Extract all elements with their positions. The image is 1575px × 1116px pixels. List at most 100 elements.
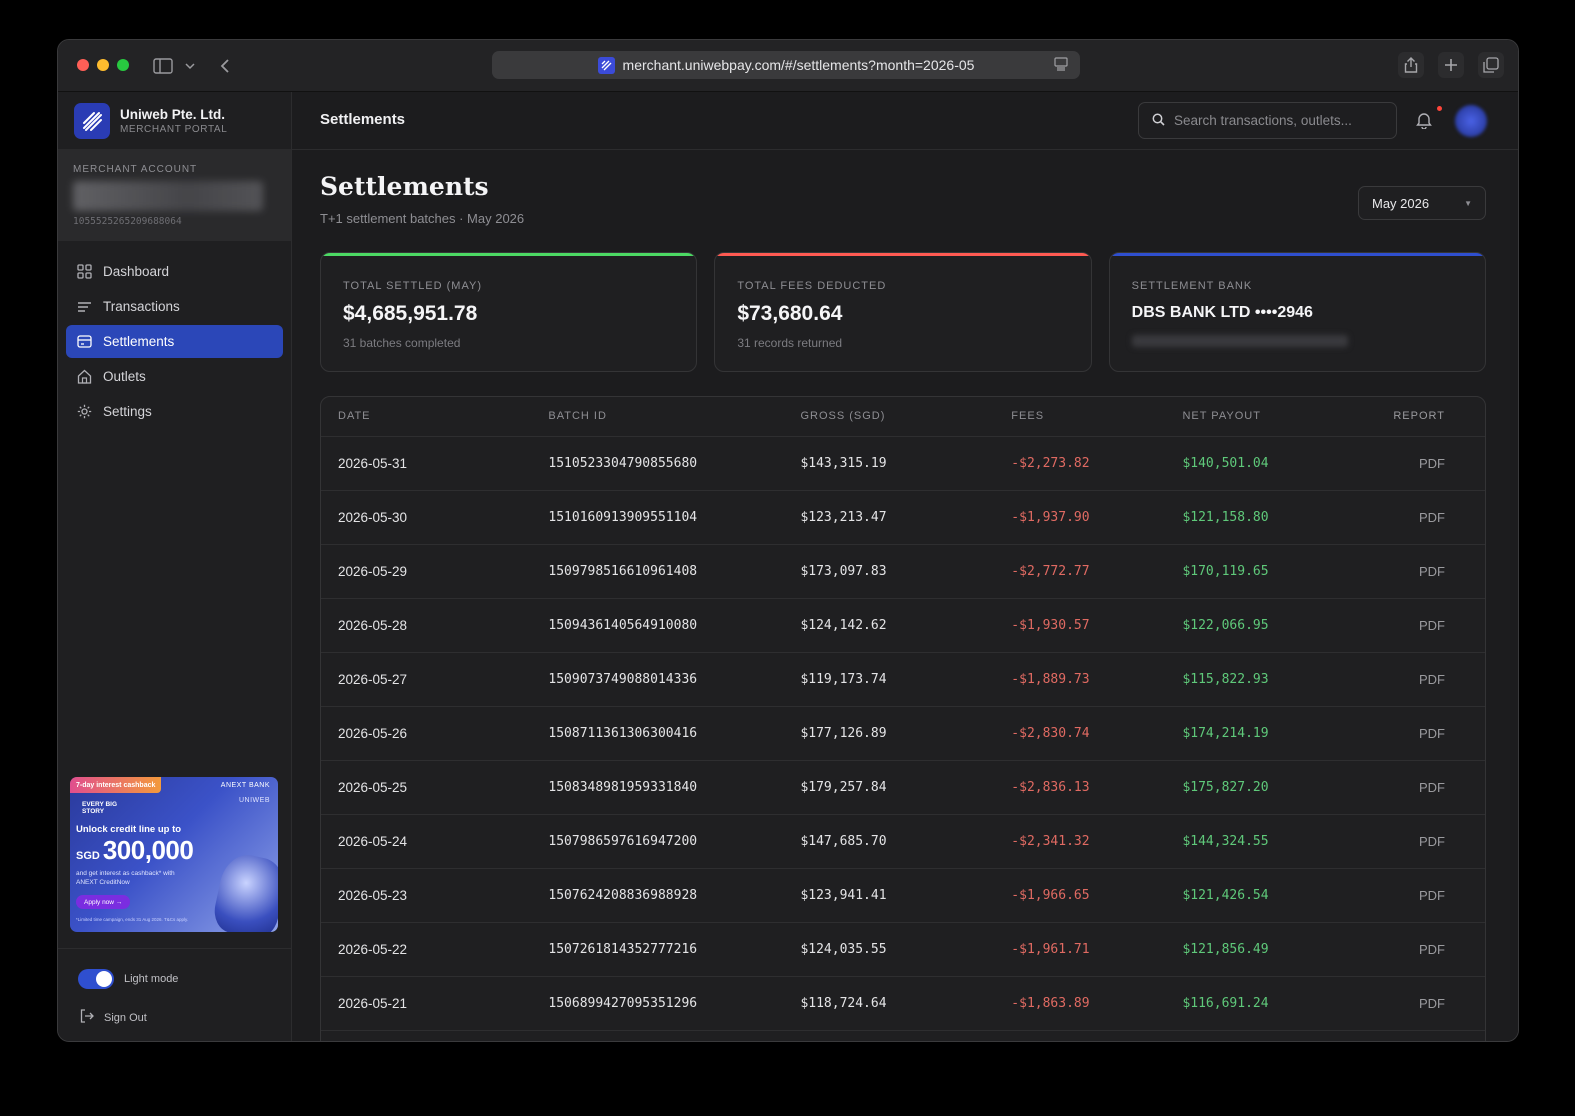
chevron-down-icon[interactable] bbox=[178, 54, 202, 78]
search-placeholder: Search transactions, outlets... bbox=[1174, 113, 1352, 128]
sidebar-item-settings[interactable]: Settings bbox=[66, 395, 283, 428]
store-icon bbox=[76, 369, 92, 385]
card-label: TOTAL FEES DEDUCTED bbox=[737, 280, 887, 292]
table-row[interactable]: 2026-05-22 1507261814352777216 $124,035.55… bbox=[321, 922, 1485, 977]
cell-batch-id: 1507624208836988928 bbox=[548, 868, 801, 923]
sign-out-button[interactable]: Sign Out bbox=[78, 1009, 271, 1026]
search-input[interactable]: Search transactions, outlets... bbox=[1138, 102, 1397, 139]
card-value: $4,685,951.78 bbox=[343, 302, 478, 325]
table-row[interactable]: 2026-05-28 1509436140564910080 $124,142.62… bbox=[321, 598, 1485, 653]
sidebar-item-transactions[interactable]: Transactions bbox=[66, 290, 283, 323]
sidebar-item-label: Outlets bbox=[103, 369, 146, 384]
col-batch-id[interactable]: BATCH ID bbox=[548, 397, 801, 437]
light-mode-toggle[interactable] bbox=[78, 969, 114, 989]
pdf-report-link[interactable]: PDF bbox=[1393, 436, 1485, 491]
cell-batch-id: 1510523304790855680 bbox=[548, 436, 801, 491]
total-fees-card: TOTAL FEES DEDUCTED $73,680.64 31 record… bbox=[714, 252, 1092, 372]
share-icon[interactable] bbox=[1398, 52, 1424, 78]
cell-date: 2026-05-29 bbox=[321, 544, 549, 599]
site-favicon-icon bbox=[597, 56, 615, 74]
month-select-value: May 2026 bbox=[1372, 195, 1430, 211]
pdf-report-link[interactable]: PDF bbox=[1393, 544, 1485, 599]
col-gross[interactable]: GROSS (SGD) bbox=[800, 397, 1012, 437]
cell-fees: -$2,341.32 bbox=[1011, 814, 1183, 869]
pdf-report-link[interactable]: PDF bbox=[1393, 706, 1485, 761]
col-date[interactable]: DATE bbox=[321, 397, 549, 437]
table-row[interactable]: 2026-05-25 1508348981959331840 $179,257.84… bbox=[321, 760, 1485, 815]
pdf-report-link[interactable]: PDF bbox=[1393, 652, 1485, 707]
pdf-report-link[interactable]: PDF bbox=[1393, 760, 1485, 815]
pdf-report-link[interactable]: PDF bbox=[1393, 490, 1485, 545]
cell-net-payout: $174,214.19 bbox=[1182, 706, 1394, 761]
table-row[interactable]: 2026-05-23 1507624208836988928 $123,941.41… bbox=[321, 868, 1485, 923]
sidebar-item-outlets[interactable]: Outlets bbox=[66, 360, 283, 393]
reader-icon[interactable] bbox=[1054, 57, 1068, 74]
sidebar-item-dashboard[interactable]: Dashboard bbox=[66, 255, 283, 288]
page-title: Settlements bbox=[320, 172, 489, 201]
cell-gross: $123,213.47 bbox=[800, 490, 1012, 545]
promo-banner[interactable]: 7-day interest cashback ANEXT BANK UNIWE… bbox=[70, 777, 278, 932]
promo-apply-button[interactable]: Apply now → bbox=[76, 895, 131, 909]
pdf-report-link[interactable]: PDF bbox=[1393, 814, 1485, 869]
zoom-window-button[interactable] bbox=[117, 59, 129, 71]
cell-date: 2026-05-21 bbox=[321, 976, 549, 1031]
month-select[interactable]: May 2026 ▼ bbox=[1358, 186, 1486, 220]
brand-header[interactable]: Uniweb Pte. Ltd. MERCHANT PORTAL bbox=[58, 92, 291, 150]
pdf-report-link[interactable]: PDF bbox=[1393, 922, 1485, 977]
cell-batch-id: 1508711361306300416 bbox=[548, 706, 801, 761]
cell-net-payout: $170,119.65 bbox=[1182, 544, 1394, 599]
table-row[interactable]: 2026-05-26 1508711361306300416 $177,126.89… bbox=[321, 706, 1485, 761]
table-row[interactable]: 2026-05-24 1507986597616947200 $147,685.70… bbox=[321, 814, 1485, 869]
cell-fees: -$1,863.89 bbox=[1011, 976, 1183, 1031]
cell-net-payout: $115,822.93 bbox=[1182, 652, 1394, 707]
cell-date: 2026-05-30 bbox=[321, 490, 549, 545]
table-row[interactable]: 2026-05-31 1510523304790855680 $143,315.19… bbox=[321, 436, 1485, 491]
col-fees[interactable]: FEES bbox=[1011, 397, 1183, 437]
table-row[interactable]: 2026-05-30 1510160913909551104 $123,213.47… bbox=[321, 490, 1485, 545]
cell-gross: $118,724.64 bbox=[800, 976, 1012, 1031]
cell-net-payout: $175,827.20 bbox=[1182, 760, 1394, 815]
sidebar-toggle-icon[interactable] bbox=[151, 54, 175, 78]
new-tab-icon[interactable] bbox=[1438, 52, 1464, 78]
back-icon[interactable] bbox=[213, 54, 237, 78]
table-row[interactable]: 2026-05-21 1506899427095351296 $118,724.64… bbox=[321, 976, 1485, 1031]
cell-date: 2026-05-26 bbox=[321, 706, 549, 761]
promo-bank: ANEXT BANK bbox=[220, 782, 270, 789]
cell-date: 2026-05-24 bbox=[321, 814, 549, 869]
sidebar-nav: Dashboard Transactions Settlements Outle… bbox=[58, 241, 291, 444]
sidebar-footer: Light mode Sign Out bbox=[58, 948, 291, 1041]
minimize-window-button[interactable] bbox=[97, 59, 109, 71]
cell-date: 2026-05-22 bbox=[321, 922, 549, 977]
avatar[interactable] bbox=[1455, 105, 1487, 137]
card-subtext: 31 batches completed bbox=[343, 336, 461, 350]
col-report: REPORT bbox=[1393, 397, 1485, 437]
address-bar[interactable]: merchant.uniwebpay.com/#/settlements?mon… bbox=[492, 51, 1080, 79]
total-settled-card: TOTAL SETTLED (MAY) $4,685,951.78 31 bat… bbox=[320, 252, 698, 372]
cell-batch-id: 1509073749088014336 bbox=[548, 652, 801, 707]
promo-amount: SGD 300,000 bbox=[76, 835, 194, 866]
cell-fees: -$1,889.73 bbox=[1011, 652, 1183, 707]
pdf-report-link[interactable]: PDF bbox=[1393, 868, 1485, 923]
col-net-payout[interactable]: NET PAYOUT bbox=[1182, 397, 1394, 437]
cell-gross: $119,173.74 bbox=[800, 652, 1012, 707]
table-row[interactable]: 2026-05-29 1509798516610961408 $173,097.83… bbox=[321, 544, 1485, 599]
sidebar: Uniweb Pte. Ltd. MERCHANT PORTAL MERCHAN… bbox=[58, 92, 292, 1041]
window-controls bbox=[77, 59, 129, 71]
cell-fees: -$2,836.13 bbox=[1011, 760, 1183, 815]
cell-batch-id: 1507261814352777216 bbox=[548, 922, 801, 977]
close-window-button[interactable] bbox=[77, 59, 89, 71]
table-row[interactable]: 2026-05-27 1509073749088014336 $119,173.74… bbox=[321, 652, 1485, 707]
top-bar: Settlements Search transactions, outlets… bbox=[292, 92, 1518, 150]
tabs-overview-icon[interactable] bbox=[1478, 52, 1504, 78]
cell-gross: $124,142.62 bbox=[800, 598, 1012, 653]
cell-fees: -$2,273.82 bbox=[1011, 436, 1183, 491]
promo-tag: 7-day interest cashback bbox=[70, 777, 162, 793]
cell-batch-id: 1507986597616947200 bbox=[548, 814, 801, 869]
sidebar-item-settlements[interactable]: Settlements bbox=[66, 325, 283, 358]
cell-date: 2026-05-25 bbox=[321, 760, 549, 815]
promo-headline: Unlock credit line up to bbox=[76, 824, 182, 835]
pdf-report-link[interactable]: PDF bbox=[1393, 976, 1485, 1031]
pdf-report-link[interactable]: PDF bbox=[1393, 598, 1485, 653]
notification-dot bbox=[1437, 106, 1442, 111]
bell-icon[interactable] bbox=[1416, 111, 1432, 134]
